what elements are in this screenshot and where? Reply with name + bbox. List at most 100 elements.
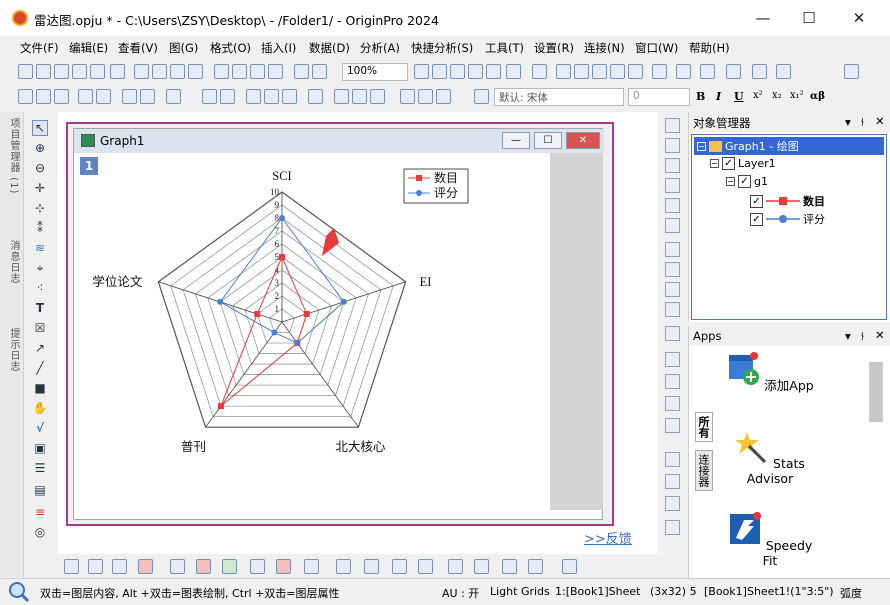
mask-tool-icon[interactable]: ⌖	[32, 260, 48, 276]
data-point[interactable]	[279, 254, 285, 260]
notes-icon[interactable]	[134, 64, 149, 79]
copy-page-icon[interactable]	[468, 64, 483, 79]
area-plot-icon[interactable]	[222, 559, 237, 574]
graph-minimize-button[interactable]: —	[502, 132, 530, 149]
close-button[interactable]: ✕	[836, 2, 882, 34]
box-icon[interactable]	[665, 374, 680, 389]
3d-plot-icon[interactable]	[418, 559, 433, 574]
pin-panel-icon[interactable]: ⫮	[861, 115, 864, 130]
rotate-graph-icon[interactable]	[665, 198, 680, 213]
tree-node-series-1[interactable]: ✓ 数目	[750, 193, 825, 209]
project-manager-tab[interactable]: 项目管理器 (1)	[3, 118, 21, 194]
ternary-icon[interactable]	[364, 559, 379, 574]
app-add-app[interactable]: 添加App	[725, 352, 815, 394]
layout-page-icon[interactable]	[502, 559, 517, 574]
export-graph-icon[interactable]	[450, 64, 465, 79]
text-tool-left-icon[interactable]: T	[32, 300, 48, 316]
command-window-icon[interactable]	[574, 64, 589, 79]
search-icon[interactable]	[8, 581, 30, 603]
app-stats-advisor[interactable]: Stats Advisor	[725, 430, 815, 486]
menu-file[interactable]: 文件(F)	[20, 40, 59, 56]
distribute-icon[interactable]	[665, 302, 680, 317]
add-layer-icon[interactable]	[78, 89, 93, 104]
new-graph-icon[interactable]	[54, 64, 69, 79]
merge-icon[interactable]	[528, 559, 543, 574]
axis-x-icon[interactable]	[665, 138, 680, 153]
subscript-button[interactable]: x₂	[772, 90, 782, 101]
pointer-tool-icon[interactable]: ↖	[32, 120, 48, 136]
tree-node-group[interactable]: − ✓ g1	[726, 175, 768, 188]
new-matrix-icon[interactable]	[72, 64, 87, 79]
new-project-icon[interactable]	[18, 64, 33, 79]
collapse-icon[interactable]: −	[726, 177, 735, 186]
color-fill-icon[interactable]	[334, 89, 349, 104]
maximize-button[interactable]: ☐	[786, 2, 832, 34]
data-point[interactable]	[217, 403, 224, 410]
column-plot-icon[interactable]	[138, 559, 153, 574]
plot-setup-icon[interactable]	[474, 559, 489, 574]
tree-node-layer[interactable]: − ✓ Layer1	[710, 157, 776, 170]
hand-tool-icon[interactable]: ✋	[32, 400, 48, 416]
status-book[interactable]: 1:[Book1]Sheet	[555, 585, 640, 598]
supersub-button[interactable]: x₁²	[790, 90, 804, 101]
data-selector-icon[interactable]: ⁑	[32, 220, 48, 236]
new-layout-icon[interactable]	[110, 64, 125, 79]
message-log-icon[interactable]	[610, 64, 625, 79]
undo-icon[interactable]	[18, 89, 33, 104]
group-icon[interactable]	[308, 89, 323, 104]
align-top-icon[interactable]	[282, 89, 297, 104]
front-icon[interactable]	[202, 89, 217, 104]
tree-node-series-2[interactable]: ✓ 评分	[750, 211, 825, 227]
graph-window-titlebar[interactable]: Graph1 — ☐ ✕	[74, 129, 604, 153]
layer-tool-icon[interactable]: ▤	[32, 482, 48, 498]
excel-icon[interactable]	[152, 64, 167, 79]
series-1-checkbox[interactable]: ✓	[750, 194, 763, 208]
toolbar-overflow-icon[interactable]	[844, 64, 859, 79]
bold-button[interactable]: B	[696, 90, 705, 103]
group-checkbox[interactable]: ✓	[738, 175, 751, 188]
menu-connect[interactable]: 连接(N)	[584, 40, 625, 56]
data-point[interactable]	[254, 310, 261, 317]
data-point[interactable]	[271, 329, 278, 336]
align-right-icon[interactable]	[264, 89, 279, 104]
data-point[interactable]	[303, 310, 310, 317]
zoom-combo[interactable]: 100%	[342, 63, 408, 81]
series-2-checkbox[interactable]: ✓	[750, 212, 763, 226]
equation-tool-icon[interactable]: √	[32, 420, 48, 436]
text-tool-icon[interactable]	[474, 89, 489, 104]
font-combo[interactable]: 默认: 宋体	[494, 88, 624, 106]
refresh-icon[interactable]	[312, 64, 327, 79]
apps-close-icon[interactable]: ✕	[875, 328, 885, 342]
pin-icon[interactable]	[140, 89, 155, 104]
save-template-icon[interactable]	[268, 64, 283, 79]
data-point[interactable]	[217, 298, 224, 305]
region-tool-icon[interactable]: ☰	[32, 460, 48, 476]
menu-graph[interactable]: 图(G)	[169, 40, 198, 56]
data-reader-tool-icon[interactable]: ⊹	[32, 200, 48, 216]
data-reader-icon[interactable]	[54, 89, 69, 104]
color-scale-icon[interactable]: ≡	[32, 504, 48, 520]
pie-plot-icon[interactable]	[250, 559, 265, 574]
draw-data-icon[interactable]: ⁖	[32, 280, 48, 296]
print-icon[interactable]	[414, 64, 429, 79]
edit-graph-icon[interactable]	[665, 218, 680, 233]
tile-icon[interactable]	[665, 496, 680, 511]
save-icon[interactable]	[250, 64, 265, 79]
polar-icon[interactable]	[336, 559, 351, 574]
page-icon[interactable]	[665, 474, 680, 489]
font-size-combo[interactable]: 0	[628, 88, 690, 106]
line-tool-icon[interactable]: ╱	[32, 360, 48, 376]
collapse-icon[interactable]: −	[710, 159, 719, 168]
graph-maximize-button[interactable]: ☐	[534, 132, 562, 149]
menu-edit[interactable]: 编辑(E)	[69, 40, 108, 56]
zoom-out-icon[interactable]: ⊖	[32, 160, 48, 176]
menu-view[interactable]: 查看(V)	[118, 40, 158, 56]
apps-tab-all[interactable]: 所有	[695, 412, 713, 442]
hint-log-tab[interactable]: 提示日志	[3, 328, 21, 372]
menu-analysis[interactable]: 分析(A)	[360, 40, 400, 56]
smart-hint-icon[interactable]	[628, 64, 643, 79]
align-left-icon[interactable]	[246, 89, 261, 104]
menu-quick-analysis[interactable]: 快捷分析(S)	[411, 40, 473, 56]
object-tool-icon[interactable]: ◎	[32, 524, 48, 540]
print-preview-icon[interactable]	[432, 64, 447, 79]
